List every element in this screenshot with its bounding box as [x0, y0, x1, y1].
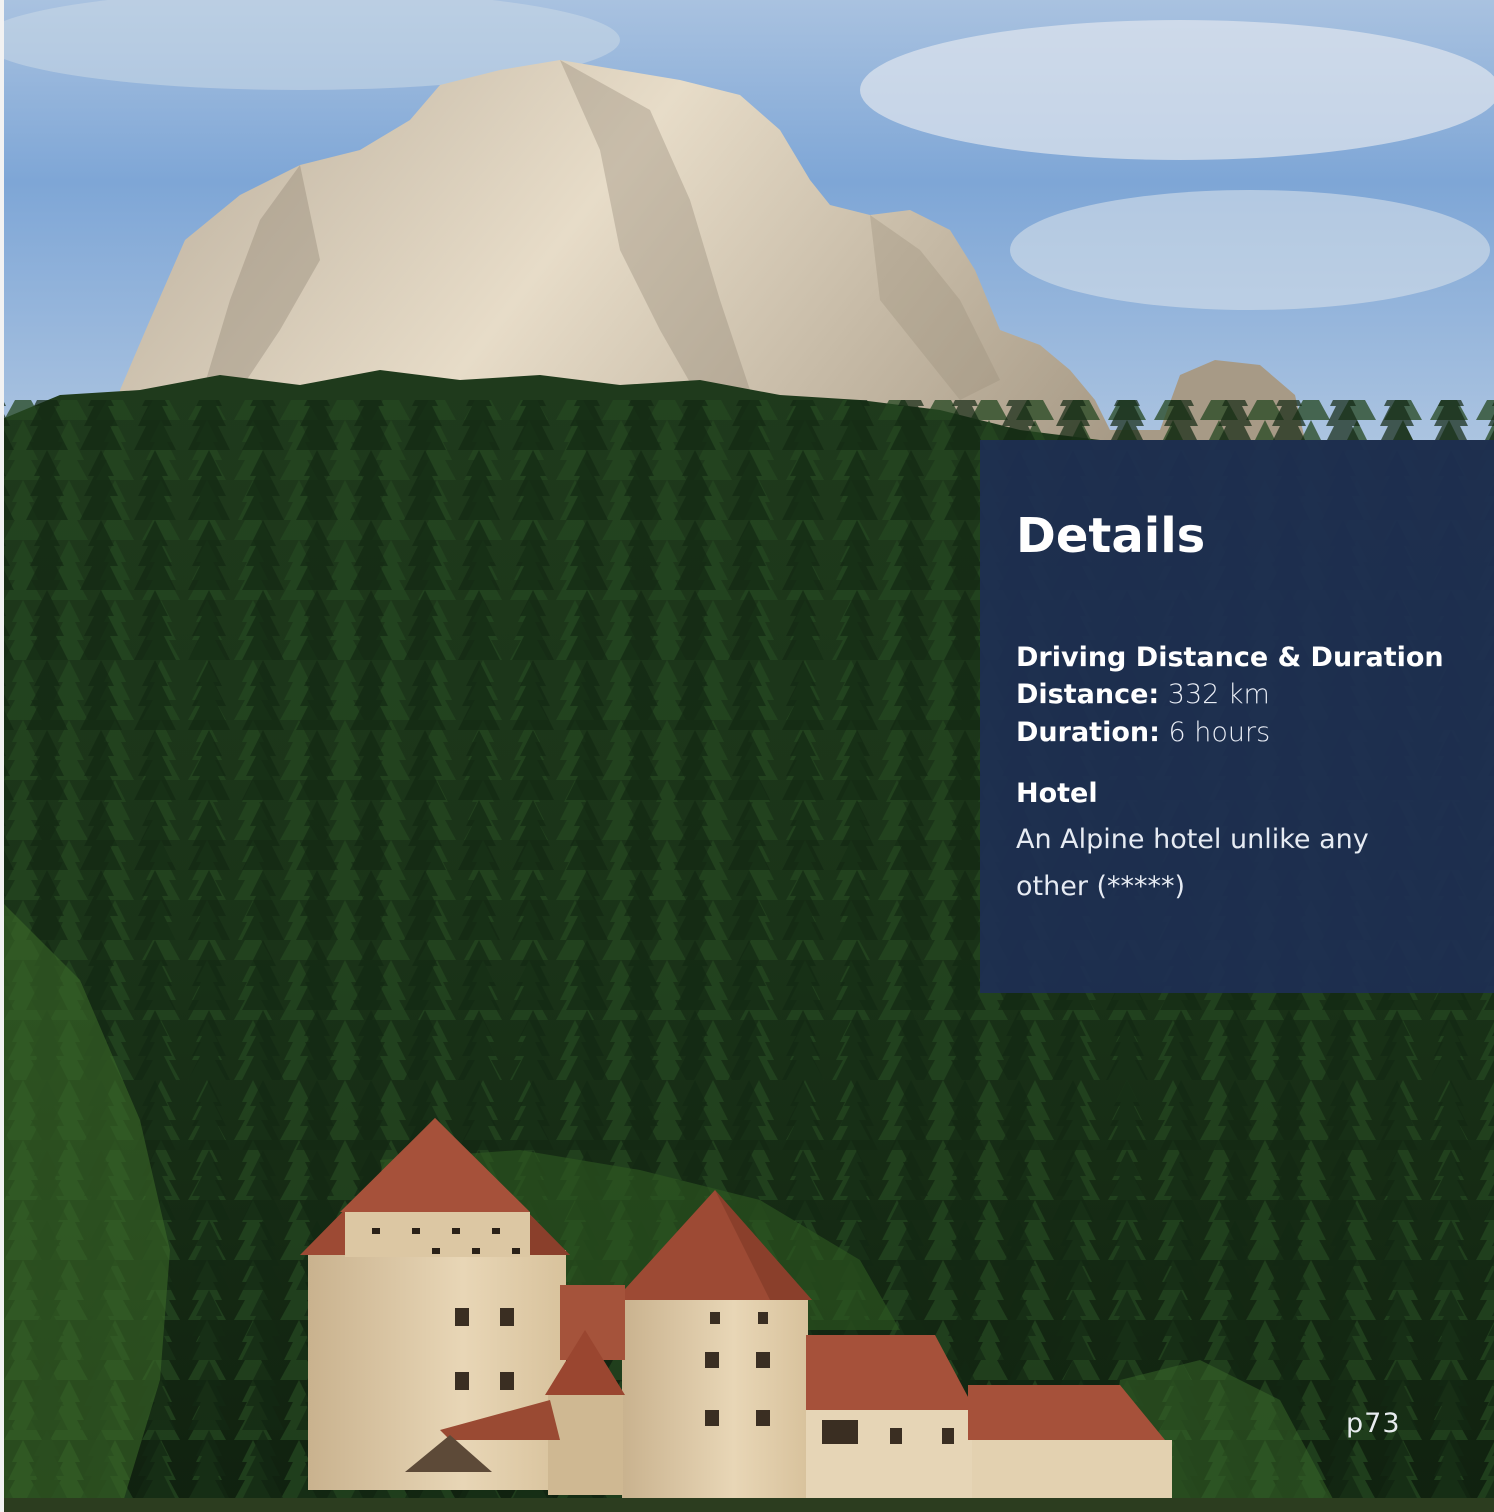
hotel-heading: Hotel	[1016, 778, 1098, 809]
brochure-page: Details Driving Distance & Duration Dist…	[0, 0, 1494, 1512]
page-edge	[0, 0, 4, 1512]
driving-heading: Driving Distance & Duration	[1016, 642, 1444, 673]
details-title: Details	[1016, 508, 1206, 564]
page-number: p73	[1346, 1408, 1401, 1439]
hotel-description: An Alpine hotel unlike any other (*****)	[1016, 824, 1369, 902]
duration-label: Duration:	[1016, 717, 1160, 748]
distance-value: 332 km	[1167, 679, 1270, 710]
distance-line: Distance: 332 km	[1016, 676, 1458, 714]
details-panel: Details Driving Distance & Duration Dist…	[980, 440, 1494, 993]
duration-line: Duration: 6 hours	[1016, 714, 1458, 752]
duration-value: 6 hours	[1168, 717, 1271, 748]
distance-label: Distance:	[1016, 679, 1160, 710]
